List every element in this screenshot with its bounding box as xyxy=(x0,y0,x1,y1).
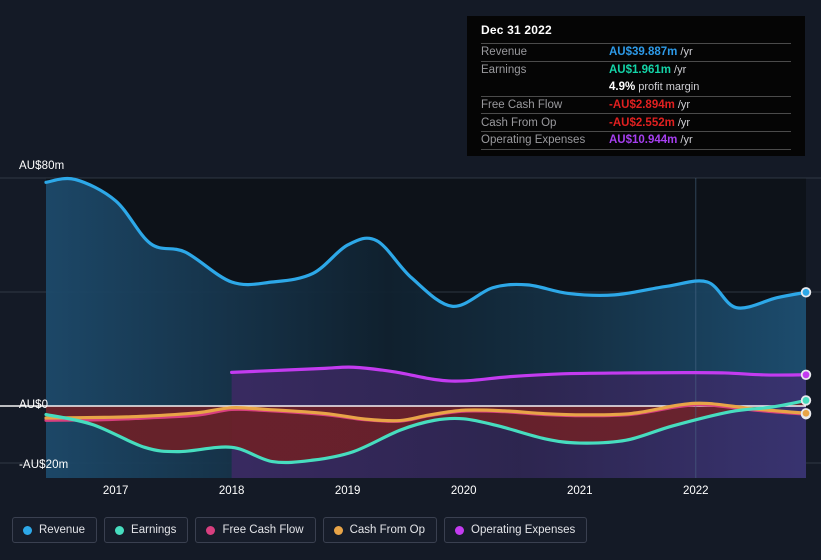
legend-item-label: Operating Expenses xyxy=(471,524,576,536)
legend-color-dot xyxy=(23,525,32,535)
tooltip-row: Free Cash Flow -AU$2.894m/yr xyxy=(481,95,791,114)
tooltip-table: Revenue AU$39.887m/yr Earnings AU$1.961m/yr… xyxy=(481,43,791,150)
endpoint-marker-revenue[interactable] xyxy=(802,288,810,296)
x-axis-label-2021: 2021 xyxy=(566,485,593,497)
data-tooltip: Dec 31 2022 Revenue AU$39.887m/yr Earnings… xyxy=(467,16,805,156)
tooltip-row-value: AU$10.944m/yr xyxy=(609,130,791,150)
tooltip-row-label: Cash From Op xyxy=(481,113,609,132)
legend-color-dot xyxy=(206,525,216,535)
y-axis-label-zero: AU$0 xyxy=(19,399,49,411)
tooltip-row-label: Revenue xyxy=(481,43,609,62)
chart-legend[interactable]: Revenue Earnings Free Cash Flow Cash From O… xyxy=(12,517,588,543)
x-axis-label-2022: 2022 xyxy=(682,485,709,497)
tooltip-row-value: AU$1.961m/yr xyxy=(609,60,791,79)
legend-item-revenue[interactable]: Revenue xyxy=(12,517,98,543)
y-axis-label-bottom: -AU$20m xyxy=(19,459,69,471)
legend-item-label: Revenue xyxy=(39,524,86,536)
x-axis-label-2020: 2020 xyxy=(450,485,477,497)
tooltip-row: 4.9% profit margin xyxy=(481,79,791,97)
tooltip-row: Operating Expenses AU$10.944m/yr xyxy=(481,130,791,150)
tooltip-row-label xyxy=(481,79,609,97)
tooltip-row: Cash From Op -AU$2.552m/yr xyxy=(481,113,791,132)
legend-color-dot xyxy=(115,525,125,535)
legend-item-earnings[interactable]: Earnings xyxy=(104,517,189,543)
tooltip-date: Dec 31 2022 xyxy=(481,23,552,37)
tooltip-row-label: Earnings xyxy=(481,60,609,79)
endpoint-marker-earnings[interactable] xyxy=(802,397,810,404)
tooltip-row-value: -AU$2.894m/yr xyxy=(609,95,791,114)
x-axis-label-2019: 2019 xyxy=(334,485,361,497)
endpoint-marker-operating-expenses[interactable] xyxy=(802,371,810,379)
tooltip-row-value: -AU$2.552m/yr xyxy=(609,113,791,132)
tooltip-row: Earnings AU$1.961m/yr xyxy=(481,60,791,79)
tooltip-row: Revenue AU$39.887m/yr xyxy=(481,43,791,62)
legend-item-label: Free Cash Flow xyxy=(222,524,304,536)
x-axis-label-2017: 2017 xyxy=(102,485,129,497)
legend-item-label: Earnings xyxy=(131,524,177,536)
tooltip-row-value: 4.9% profit margin xyxy=(609,81,700,94)
endpoint-marker-cash-from-op[interactable] xyxy=(802,409,810,417)
y-axis-label-top: AU$80m xyxy=(19,160,65,172)
x-axis-label-2018: 2018 xyxy=(218,485,245,497)
financial-performance-chart: AU$80m AU$0 -AU$20m 2017 2018 2019 2020 2021… xyxy=(0,0,821,560)
legend-item-label: Cash From Op xyxy=(349,524,426,536)
tooltip-row-label: Operating Expenses xyxy=(481,130,609,150)
legend-item-cash-from-op[interactable]: Cash From Op xyxy=(322,517,438,543)
legend-color-dot xyxy=(455,525,465,535)
tooltip-row-value: AU$39.887m/yr xyxy=(609,43,791,62)
legend-color-dot xyxy=(333,525,343,535)
tooltip-row-label: Free Cash Flow xyxy=(481,95,609,114)
legend-item-operating-expenses[interactable]: Operating Expenses xyxy=(444,517,588,543)
legend-item-free-cash-flow[interactable]: Free Cash Flow xyxy=(195,517,316,543)
